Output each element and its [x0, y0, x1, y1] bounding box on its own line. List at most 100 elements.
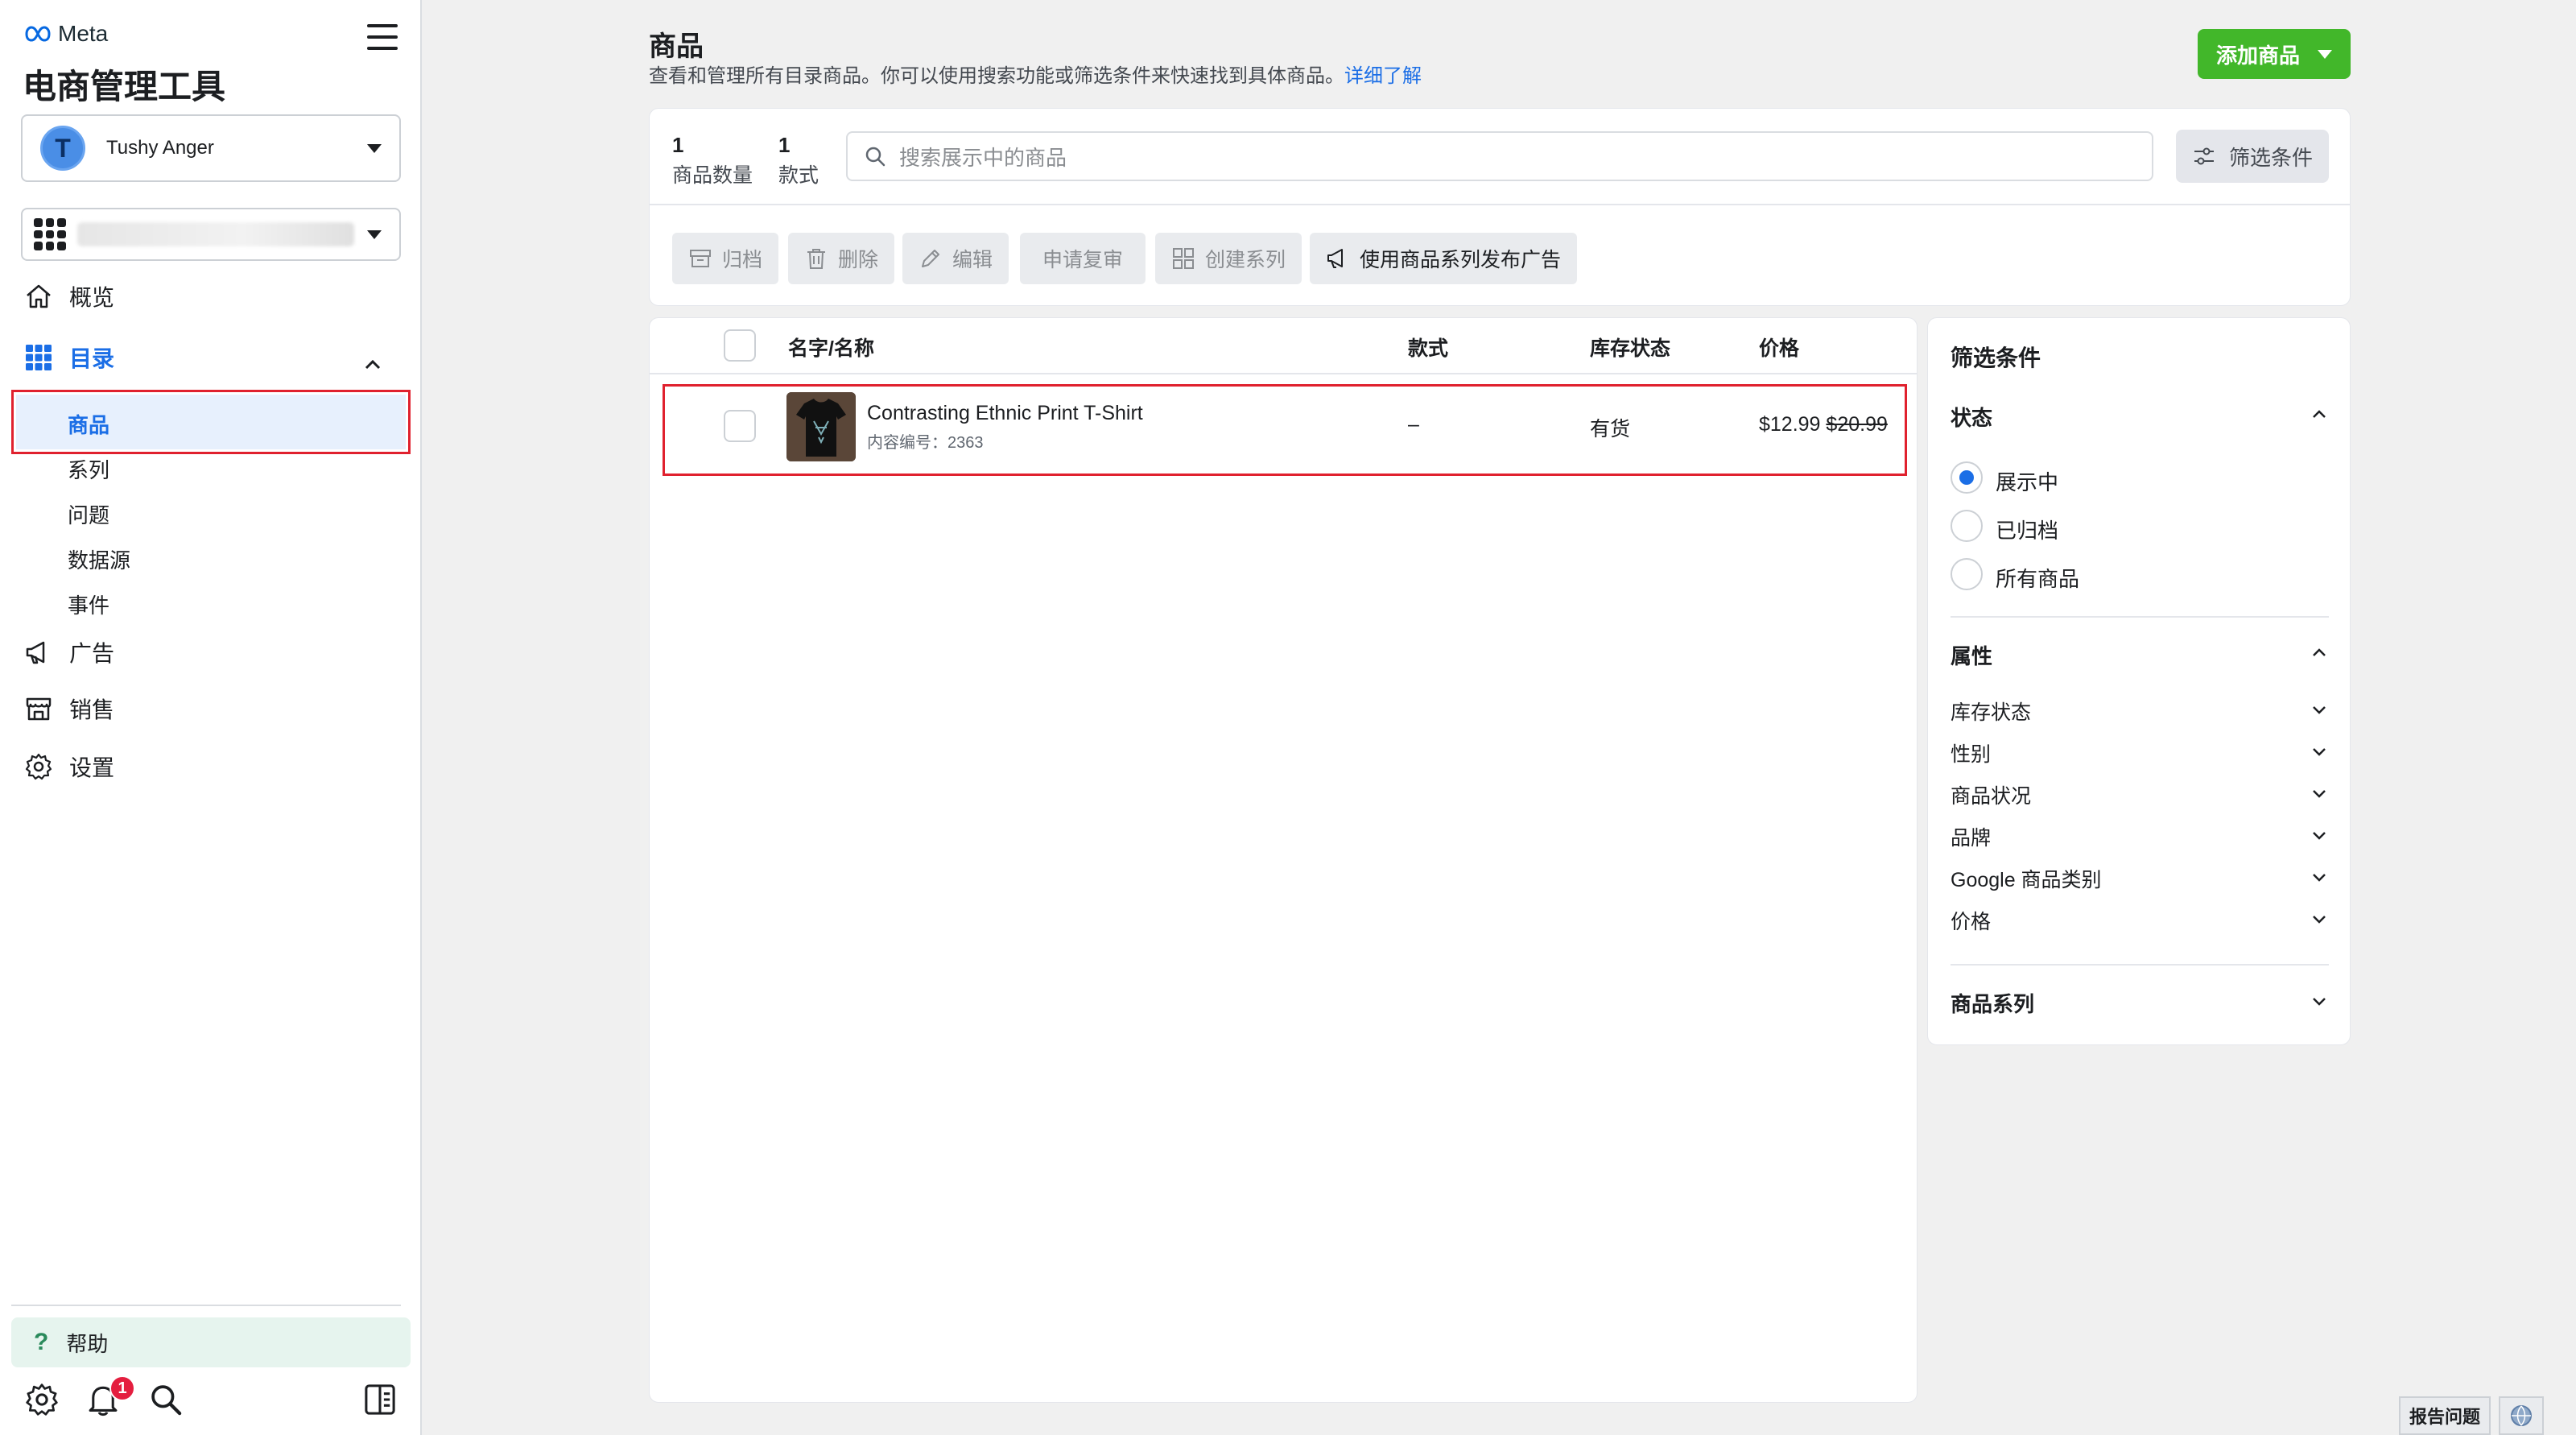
meta-brand-text: Meta — [58, 21, 109, 46]
column-header-stock[interactable]: 库存状态 — [1590, 333, 1670, 362]
select-all-checkbox[interactable] — [724, 329, 756, 362]
catalog-selector[interactable] — [21, 208, 401, 261]
add-product-button[interactable]: 添加商品 — [2198, 29, 2351, 79]
archive-icon — [690, 250, 711, 267]
create-set-label: 创建系列 — [1205, 249, 1286, 271]
search-input[interactable]: 搜索展示中的商品 — [846, 131, 2153, 181]
avatar: T — [40, 126, 85, 171]
grid-squares-icon — [1173, 248, 1194, 269]
menu-icon[interactable] — [367, 24, 398, 50]
product-content-id: 内容编号：2363 — [867, 434, 984, 452]
attribute-google-category[interactable]: Google 商品类别 — [1951, 864, 2102, 893]
nav-sub-data-sources[interactable]: 数据源 — [68, 544, 130, 574]
megaphone-icon — [26, 641, 45, 664]
nav-sales[interactable]: 销售 — [24, 693, 114, 725]
product-variants: – — [1408, 413, 1419, 436]
chevron-down-icon[interactable] — [2310, 825, 2329, 845]
products-summary-card: 1 商品数量 1 款式 搜索展示中的商品 筛选条件 归档 删除 编辑 申请复审 … — [649, 108, 2351, 306]
toolbar-divider — [650, 204, 2350, 205]
delete-button[interactable]: 删除 — [788, 233, 895, 284]
filter-divider — [1951, 616, 2329, 618]
attribute-brand[interactable]: 品牌 — [1951, 822, 1991, 851]
settings-gear-icon[interactable] — [24, 1382, 60, 1417]
column-header-price[interactable]: 价格 — [1759, 333, 1799, 362]
filter-panel-title: 筛选条件 — [1951, 345, 2041, 370]
filter-panel: 筛选条件 状态 展示中 已归档 所有商品 属性 库存状态 性别 商品状况 品牌 … — [1927, 317, 2351, 1045]
page-subtitle-text: 查看和管理所有目录商品。你可以使用搜索功能或筛选条件来快速找到具体商品。 — [649, 65, 1344, 87]
nav-ads-label: 广告 — [69, 641, 115, 666]
filter-divider — [1951, 964, 2329, 966]
stat-product-count: 1 商品数量 — [672, 133, 753, 188]
column-header-name[interactable]: 名字/名称 — [788, 333, 874, 362]
radio-status-all[interactable] — [1951, 558, 1983, 590]
help-label: 帮助 — [66, 1331, 109, 1356]
nav-catalog[interactable]: 目录 — [24, 341, 114, 374]
nav-settings[interactable]: 设置 — [24, 751, 114, 783]
advertise-set-button[interactable]: 使用商品系列发布广告 — [1310, 233, 1578, 284]
filter-section-product-sets[interactable]: 商品系列 — [1951, 988, 2034, 1018]
nav-sub-events[interactable]: 事件 — [68, 589, 109, 619]
chevron-down-icon[interactable] — [2310, 700, 2329, 719]
sliders-icon — [2194, 147, 2214, 165]
create-set-button[interactable]: 创建系列 — [1155, 233, 1302, 284]
account-name: Tushy Anger — [106, 137, 214, 159]
chevron-up-icon[interactable] — [362, 354, 383, 375]
panel-toggle-icon[interactable] — [362, 1382, 398, 1417]
chevron-down-icon[interactable] — [2310, 784, 2329, 803]
pencil-icon — [922, 250, 939, 267]
chevron-down-icon[interactable] — [2310, 991, 2329, 1011]
megaphone-icon — [1327, 249, 1343, 268]
attribute-condition[interactable]: 商品状况 — [1951, 780, 2031, 809]
archive-button[interactable]: 归档 — [672, 233, 779, 284]
filter-button-label: 筛选条件 — [2228, 145, 2313, 170]
nav-overview[interactable]: 概览 — [24, 280, 114, 312]
account-selector[interactable]: T Tushy Anger — [21, 114, 401, 182]
meta-logo[interactable]: Meta — [23, 21, 108, 47]
products-table: 名字/名称 款式 库存状态 价格 Contrasting Ethnic Prin… — [649, 317, 1918, 1403]
search-icon[interactable] — [148, 1382, 184, 1417]
help-button[interactable]: ? 帮助 — [11, 1317, 411, 1367]
row-checkbox[interactable] — [724, 410, 756, 442]
table-header-divider — [650, 373, 1917, 374]
sale-price: $12.99 — [1759, 413, 1821, 436]
nav-sub-sets[interactable]: 系列 — [68, 454, 109, 484]
attribute-price[interactable]: 价格 — [1951, 906, 1991, 935]
radio-status-showing[interactable] — [1951, 461, 1983, 494]
product-price: $12.99 $20.99 — [1759, 413, 1888, 436]
filter-section-status[interactable]: 状态 — [1951, 402, 1992, 432]
chevron-up-icon[interactable] — [2310, 643, 2329, 663]
search-placeholder: 搜索展示中的商品 — [899, 145, 1067, 170]
chevron-down-icon[interactable] — [2310, 742, 2329, 761]
nav-sub-issues[interactable]: 问题 — [68, 499, 109, 529]
caret-down-icon — [367, 143, 382, 153]
original-price: $20.99 — [1826, 413, 1888, 436]
filter-button[interactable]: 筛选条件 — [2176, 130, 2329, 183]
attribute-stock-status[interactable]: 库存状态 — [1951, 697, 2031, 726]
chevron-down-icon[interactable] — [2310, 909, 2329, 928]
chevron-down-icon[interactable] — [2310, 867, 2329, 887]
learn-more-link[interactable]: 详细了解 — [1344, 65, 1422, 87]
nav-sales-label: 销售 — [69, 697, 115, 722]
attribute-gender[interactable]: 性别 — [1951, 738, 1991, 767]
add-product-label: 添加商品 — [2215, 43, 2300, 68]
report-problem-button[interactable]: 报告问题 — [2399, 1396, 2491, 1435]
request-review-label: 申请复审 — [1042, 249, 1124, 271]
edit-label: 编辑 — [952, 249, 993, 271]
nav-sub-products[interactable]: 商品 — [68, 409, 109, 439]
product-name[interactable]: Contrasting Ethnic Print T-Shirt — [867, 402, 1143, 425]
sidebar-bottom-toolbar — [0, 1382, 422, 1427]
column-header-variants[interactable]: 款式 — [1408, 333, 1448, 362]
radio-label-showing: 展示中 — [1996, 470, 2059, 494]
edit-button[interactable]: 编辑 — [902, 233, 1009, 284]
nav-ads[interactable]: 广告 — [24, 636, 114, 668]
radio-status-archived[interactable] — [1951, 510, 1983, 542]
delete-label: 删除 — [838, 249, 879, 271]
radio-label-archived: 已归档 — [1996, 519, 2059, 543]
language-button[interactable] — [2499, 1396, 2544, 1435]
page-subtitle: 查看和管理所有目录商品。你可以使用搜索功能或筛选条件来快速找到具体商品。详细了解 — [649, 60, 1422, 88]
product-thumbnail[interactable] — [786, 392, 856, 461]
nav-overview-label: 概览 — [69, 285, 115, 310]
filter-section-attributes[interactable]: 属性 — [1951, 640, 1992, 670]
request-review-button[interactable]: 申请复审 — [1020, 233, 1146, 284]
chevron-up-icon[interactable] — [2310, 405, 2329, 424]
